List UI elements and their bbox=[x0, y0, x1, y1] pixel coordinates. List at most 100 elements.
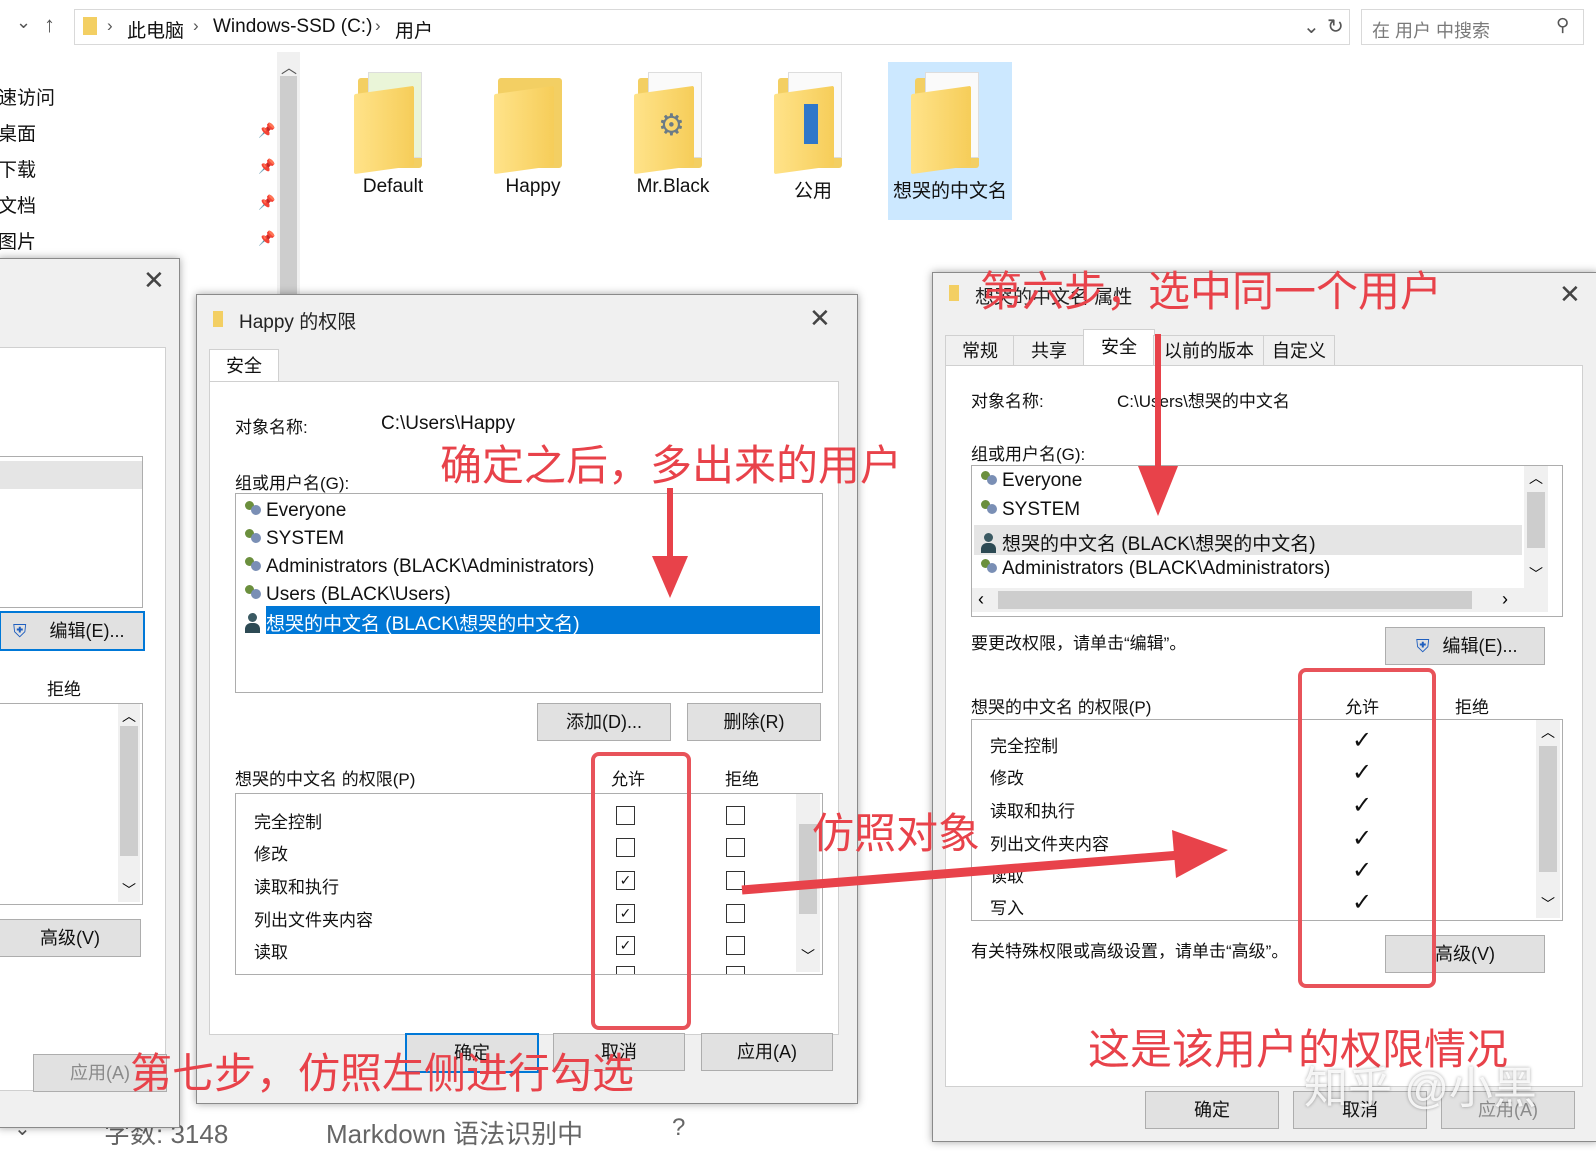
remove-button[interactable]: 删除(R) bbox=[687, 703, 821, 741]
back-dialog: ✕ ⛨ 编辑(E)... 拒绝 ︿ ﹀ 高级(V) 应用(A) bbox=[0, 258, 180, 1128]
folder-item[interactable]: Happy bbox=[471, 72, 595, 198]
pin-icon[interactable]: 📌 bbox=[258, 122, 275, 139]
edit-button[interactable]: ⛨ 编辑(E)... bbox=[1385, 627, 1545, 665]
object-name-label: 对象名称: bbox=[235, 418, 308, 437]
dialog-title: Happy 的权限 bbox=[239, 312, 357, 333]
list-item[interactable]: SYSTEM bbox=[244, 528, 344, 550]
permissions-dialog: Happy 的权限 ✕ 安全 对象名称: C:\Users\Happy 组或用户… bbox=[196, 294, 858, 1104]
nav-item[interactable]: 速访问 bbox=[0, 83, 55, 110]
close-icon[interactable]: ✕ bbox=[143, 267, 165, 293]
tab-sharing[interactable]: 共享 bbox=[1013, 335, 1085, 367]
user-list[interactable]: Everyone SYSTEM Administrators (BLACK\Ad… bbox=[235, 493, 823, 693]
nav-item[interactable]: 文档 bbox=[0, 191, 36, 218]
deny-checkbox[interactable] bbox=[726, 904, 745, 923]
nav-item[interactable]: 下载 bbox=[0, 155, 36, 182]
user-icon bbox=[244, 613, 260, 633]
group-icon bbox=[244, 585, 262, 603]
close-icon[interactable]: ✕ bbox=[1559, 281, 1581, 307]
close-icon[interactable]: ✕ bbox=[809, 305, 831, 331]
tab-security[interactable]: 安全 bbox=[209, 349, 279, 382]
properties-dialog: 想哭的中文名 属性 ✕ 常规 共享 安全 以前的版本 自定义 对象名称: C:\… bbox=[932, 272, 1596, 1142]
user-list-hscrollbar[interactable]: ‹ › bbox=[972, 588, 1548, 612]
pin-icon[interactable]: 📌 bbox=[258, 194, 275, 211]
apply-button[interactable]: 应用(A) bbox=[701, 1033, 833, 1071]
tab-customize[interactable]: 自定义 bbox=[1263, 335, 1335, 367]
group-icon bbox=[244, 557, 262, 575]
permission-name: 修改 bbox=[254, 845, 288, 864]
folder-icon bbox=[494, 72, 572, 175]
scroll-down-icon[interactable]: ﹀ bbox=[1541, 894, 1555, 914]
list-item[interactable]: Everyone bbox=[980, 470, 1082, 492]
search-input[interactable]: 在 用户 中搜索 ⚲ bbox=[1361, 9, 1584, 45]
scroll-left-icon[interactable]: ‹ bbox=[978, 589, 984, 610]
pin-icon[interactable]: 📌 bbox=[258, 158, 275, 175]
ok-button[interactable]: 确定 bbox=[1145, 1091, 1279, 1129]
deny-checkbox[interactable] bbox=[726, 936, 745, 955]
deny-checkbox[interactable] bbox=[726, 838, 745, 857]
nav-item[interactable]: 图片 bbox=[0, 227, 36, 254]
list-item[interactable]: Users (BLACK\Users) bbox=[244, 584, 451, 606]
object-name-value: C:\Users\想哭的中文名 bbox=[1117, 392, 1290, 411]
scroll-up-icon[interactable]: ︿ bbox=[122, 706, 136, 726]
list-item[interactable]: Administrators (BLACK\Administrators) bbox=[244, 556, 594, 578]
scroll-up-icon[interactable]: ︿ bbox=[1529, 468, 1543, 488]
scroll-up-icon[interactable]: ︿ bbox=[281, 54, 297, 78]
permission-list[interactable]: 完全控制 修改 读取和执行 列出文件夹内容 读取 ✓ ✓ ✓ ﹀ bbox=[235, 793, 823, 975]
syntax-status: Markdown 语法识别中 bbox=[326, 1119, 584, 1149]
breadcrumb-item[interactable]: 此电脑 bbox=[127, 16, 184, 43]
add-button[interactable]: 添加(D)... bbox=[537, 703, 671, 741]
breadcrumb-item[interactable]: Windows-SSD (C:) bbox=[213, 16, 372, 38]
scroll-down-icon[interactable]: ﹀ bbox=[122, 880, 136, 900]
group-icon bbox=[980, 471, 998, 489]
list-item[interactable]: 想哭的中文名 (BLACK\想哭的中文名) bbox=[244, 609, 580, 636]
folder-icon: ⚙ bbox=[634, 72, 712, 175]
help-icon[interactable]: ? bbox=[672, 1114, 685, 1142]
deny-checkbox[interactable] bbox=[726, 966, 745, 974]
scroll-down-icon[interactable]: ﹀ bbox=[801, 946, 815, 966]
user-list[interactable] bbox=[0, 456, 143, 608]
folder-icon bbox=[949, 285, 959, 301]
scroll-down-icon[interactable]: ﹀ bbox=[1529, 564, 1543, 584]
deny-header: 拒绝 bbox=[725, 770, 759, 789]
permission-name: 完全控制 bbox=[254, 813, 322, 832]
folder-item[interactable]: ⚙ Mr.Black bbox=[611, 72, 735, 198]
user-list-scrollbar[interactable]: ︿ ﹀ bbox=[1524, 466, 1548, 588]
tab-security[interactable]: 安全 bbox=[1083, 329, 1155, 366]
folder-icon bbox=[774, 72, 852, 175]
folder-icon bbox=[911, 72, 989, 175]
permission-list[interactable]: 完全控制 修改 读取和执行 列出文件夹内容 读取 写入 ✓ ✓ ✓ ✓ ✓ ✓ … bbox=[971, 719, 1563, 921]
user-list[interactable]: Everyone SYSTEM 想哭的中文名 (BLACK\想哭的中文名) Ad… bbox=[971, 465, 1563, 617]
permission-list[interactable]: ︿ ﹀ bbox=[0, 703, 143, 905]
list-item[interactable]: 想哭的中文名 (BLACK\想哭的中文名) bbox=[980, 529, 1316, 556]
deny-checkbox[interactable] bbox=[726, 806, 745, 825]
scroll-up-icon[interactable]: ︿ bbox=[1541, 722, 1555, 742]
refresh-icon[interactable]: ↻ bbox=[1327, 14, 1344, 39]
address-bar[interactable]: › 此电脑 › Windows-SSD (C:) › 用户 ⌄ ↻ bbox=[74, 9, 1350, 45]
permission-name: 读取 bbox=[254, 943, 288, 962]
shield-icon: ⛨ bbox=[1416, 636, 1430, 656]
tab-previous-versions[interactable]: 以前的版本 bbox=[1153, 335, 1265, 367]
chevron-down-icon[interactable]: ⌄ bbox=[16, 12, 31, 33]
dropdown-icon[interactable]: ⌄ bbox=[1303, 14, 1320, 39]
shield-icon: ⛨ bbox=[13, 621, 27, 641]
advanced-button[interactable]: 高级(V) bbox=[0, 919, 141, 957]
deny-checkbox[interactable] bbox=[726, 871, 745, 890]
folder-item[interactable]: 公用 bbox=[751, 72, 875, 203]
folder-item[interactable]: Default bbox=[331, 72, 455, 198]
list-item[interactable]: SYSTEM bbox=[980, 499, 1080, 521]
permission-name: 列出文件夹内容 bbox=[990, 835, 1109, 854]
folder-icon bbox=[83, 17, 97, 35]
breadcrumb-item[interactable]: 用户 bbox=[395, 16, 433, 43]
up-arrow-icon[interactable]: ↑ bbox=[44, 12, 55, 38]
tab-general[interactable]: 常规 bbox=[945, 335, 1015, 367]
permission-name: 读取和执行 bbox=[990, 802, 1075, 821]
pin-icon[interactable]: 📌 bbox=[258, 230, 275, 247]
scroll-right-icon[interactable]: › bbox=[1502, 589, 1508, 610]
folder-item-selected[interactable]: 想哭的中文名 bbox=[888, 62, 1012, 220]
list-item[interactable]: Everyone bbox=[244, 500, 346, 522]
permission-scrollbar[interactable]: ︿ ﹀ bbox=[1536, 720, 1560, 918]
advanced-hint: 有关特殊权限或高级设置，请单击“高级”。 bbox=[971, 942, 1289, 961]
list-item[interactable]: Administrators (BLACK\Administrators) bbox=[980, 558, 1330, 580]
edit-button[interactable]: ⛨ 编辑(E)... bbox=[0, 611, 145, 651]
nav-item[interactable]: 桌面 bbox=[0, 119, 36, 146]
